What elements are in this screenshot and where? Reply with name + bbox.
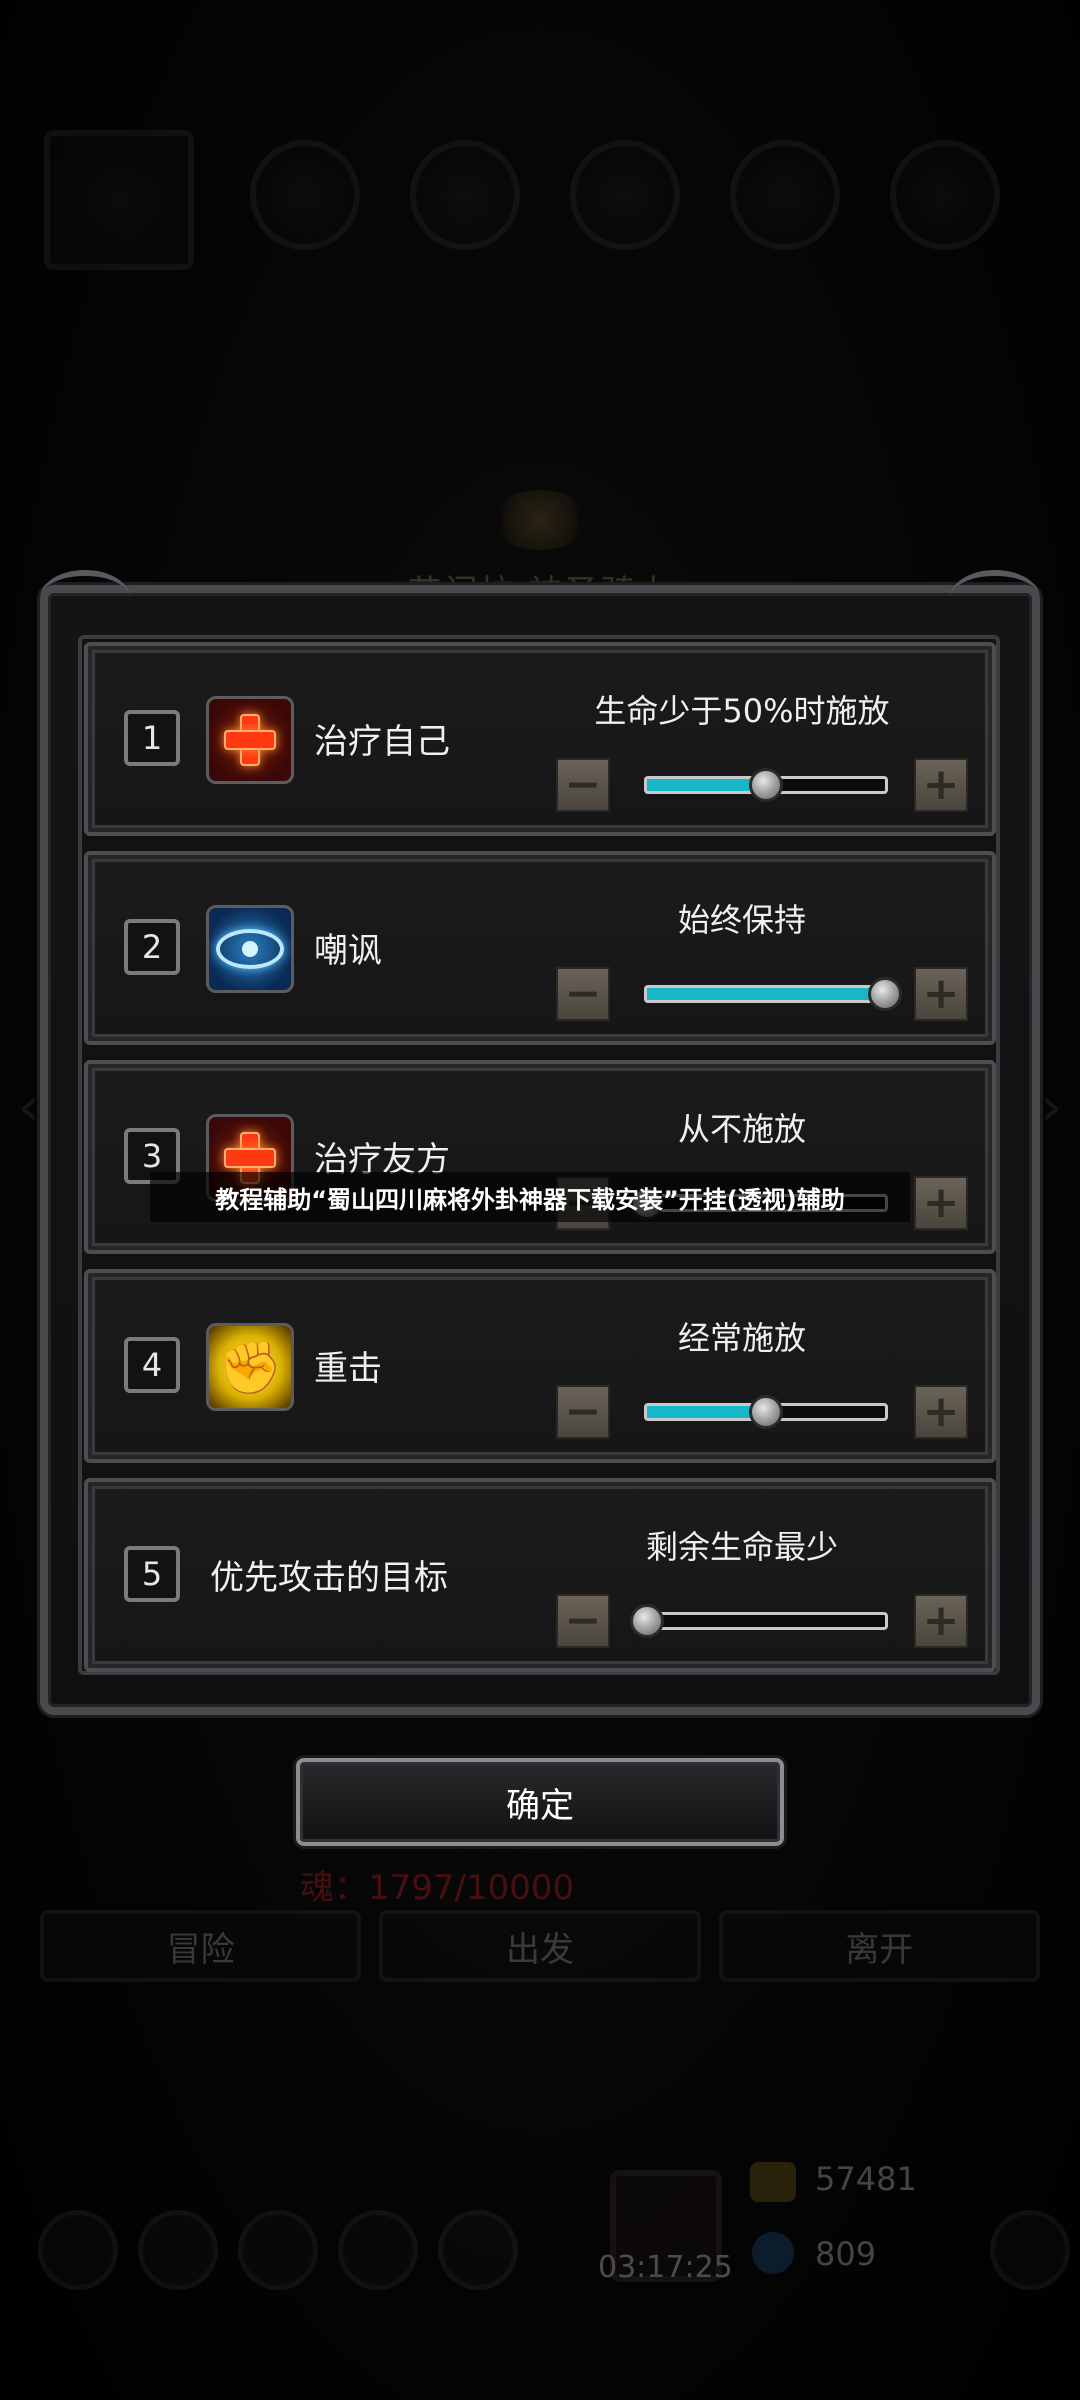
decrease-button[interactable]: −: [556, 1594, 610, 1648]
eye-icon: [206, 905, 294, 993]
increase-button[interactable]: +: [914, 1385, 968, 1439]
cast-condition: 经常施放: [677, 1319, 806, 1357]
tactic-row-4: 4 ✊ 重击 经常施放 − +: [84, 1269, 996, 1463]
slider-knob[interactable]: [868, 977, 902, 1011]
menu-circle-icon: [438, 2210, 518, 2290]
increase-button[interactable]: +: [914, 967, 968, 1021]
target-condition: 剩余生命最少: [645, 1528, 838, 1566]
row-number: 5: [124, 1546, 180, 1602]
game-screen: 艾门拉·神圣骑士 ‹ › 魂：1797/10000 冒险 出发 离开 03:17…: [0, 0, 1080, 2400]
slider-knob[interactable]: [749, 1395, 783, 1429]
condition-slider[interactable]: [644, 1395, 888, 1429]
equipment-slot: [570, 140, 680, 250]
equipment-slot: [250, 140, 360, 250]
decrease-button[interactable]: −: [556, 967, 610, 1021]
increase-button[interactable]: +: [914, 758, 968, 812]
gem-icon: [752, 2232, 794, 2274]
menu-circle-icon: [38, 2210, 118, 2290]
condition-slider[interactable]: [644, 768, 888, 802]
menu-circle-icon: [990, 2210, 1070, 2290]
gold-icon: [750, 2162, 796, 2202]
tactic-row-3: 3 治疗友方 从不施放 − +: [84, 1060, 996, 1254]
cast-condition: 始终保持: [677, 901, 806, 939]
slider-knob[interactable]: [630, 1604, 664, 1638]
tactic-row-1: 1 治疗自己 生命少于50%时施放 − +: [84, 642, 996, 836]
increase-button[interactable]: +: [914, 1594, 968, 1648]
skill-label: 治疗自己: [314, 722, 450, 762]
frame-horn-right: [950, 570, 1040, 626]
decrease-button[interactable]: −: [556, 758, 610, 812]
menu-circle-icon: [238, 2210, 318, 2290]
hero-portrait-slot: [44, 130, 194, 270]
row-number: 4: [124, 1337, 180, 1393]
tab-depart: 出发: [379, 1910, 701, 1982]
slider-knob[interactable]: [749, 768, 783, 802]
cast-condition: 生命少于50%时施放: [594, 692, 890, 730]
gold-amount: 57481: [815, 2160, 917, 2198]
background-tab-bar: 冒险 出发 离开: [40, 1910, 1040, 1982]
tactic-row-5: 5 优先攻击的目标 剩余生命最少 − +: [84, 1478, 996, 1672]
tab-adventure: 冒险: [40, 1910, 362, 1982]
equipment-slot: [730, 140, 840, 250]
row-number: 1: [124, 710, 180, 766]
menu-circle-icon: [138, 2210, 218, 2290]
frame-horn-left: [40, 570, 130, 626]
skill-label: 嘲讽: [314, 931, 382, 971]
bottom-bar: [30, 2200, 1070, 2300]
emblem-icon: [490, 490, 590, 550]
fist-icon: ✊: [206, 1323, 294, 1411]
tactic-row-2: 2 嘲讽 始终保持 − +: [84, 851, 996, 1045]
condition-slider[interactable]: [644, 977, 902, 1011]
equipment-slot: [890, 140, 1000, 250]
menu-circle-icon: [338, 2210, 418, 2290]
row-number: 2: [124, 919, 180, 975]
confirm-button[interactable]: 确定: [296, 1758, 784, 1846]
right-arrow-icon: ›: [1040, 1075, 1062, 1138]
equipment-slot: [410, 140, 520, 250]
increase-button[interactable]: +: [914, 1176, 968, 1230]
decrease-button[interactable]: −: [556, 1385, 610, 1439]
condition-slider[interactable]: [630, 1604, 888, 1638]
tab-leave: 离开: [718, 1910, 1040, 1982]
skill-label: 重击: [314, 1349, 382, 1389]
soul-counter: 魂：1797/10000: [300, 1868, 575, 1908]
target-priority-label: 优先攻击的目标: [210, 1558, 448, 1598]
left-arrow-icon: ‹: [18, 1075, 40, 1138]
cast-condition: 从不施放: [677, 1110, 806, 1148]
gift-timer: 03:17:25: [598, 2250, 733, 2285]
heal-cross-icon: [206, 696, 294, 784]
slider-fill: [647, 988, 885, 1000]
gem-amount: 809: [815, 2235, 877, 2273]
overlay-banner: 教程辅助“蜀山四川麻将外卦神器下载安装”开挂(透视)辅助: [150, 1172, 910, 1222]
